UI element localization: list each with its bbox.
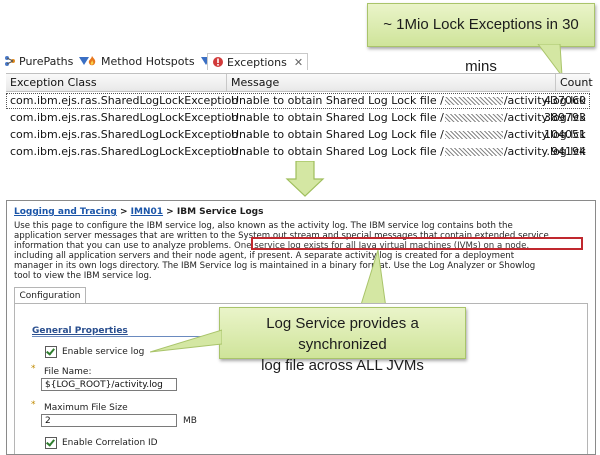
max-file-size-input[interactable]: 2 — [41, 414, 177, 427]
breadcrumb-logging-tracing-link[interactable]: Logging and Tracing — [14, 207, 117, 217]
description-line: including all application servers and th… — [14, 251, 515, 261]
enable-correlation-id-label: Enable Correlation ID — [62, 438, 158, 448]
column-header-exception-class[interactable]: Exception Class — [10, 76, 97, 89]
redacted-path — [444, 114, 503, 122]
description-line: tool to view the IBM service log. — [14, 271, 152, 281]
count-cell: 389793 — [544, 111, 586, 124]
close-icon[interactable]: ✕ — [294, 56, 303, 69]
breadcrumb-separator: > — [116, 207, 131, 217]
column-header-message[interactable]: Message — [231, 76, 279, 89]
exception-class-cell: com.ibm.ejs.ras.SharedLogLockException — [10, 94, 239, 107]
tab-exceptions-label: Exceptions — [227, 55, 287, 69]
message-prefix: Unable to obtain Shared Log Lock file / — [231, 111, 444, 124]
table-header: Exception Class Message Count — [6, 74, 593, 92]
highlight-box — [251, 237, 583, 250]
required-icon: * — [31, 364, 36, 374]
redacted-path — [444, 148, 503, 156]
tab-exceptions[interactable]: Exceptions ✕ — [207, 53, 309, 70]
tab-method-hotspots-label: Method Hotspots — [101, 54, 195, 68]
column-divider[interactable] — [555, 74, 556, 91]
general-properties-heading: General Properties — [32, 326, 128, 336]
exception-class-cell: com.ibm.ejs.ras.SharedLogLockException — [10, 128, 239, 141]
max-file-size-label: Maximum File Size — [44, 403, 128, 413]
message-cell: Unable to obtain Shared Log Lock file / /… — [231, 128, 586, 141]
breadcrumb: Logging and Tracing > IMN01 > IBM Servic… — [14, 207, 263, 217]
breadcrumb-server-link[interactable]: IMN01 — [131, 207, 163, 217]
enable-correlation-id-checkbox[interactable] — [45, 437, 57, 449]
count-cell: 104051 — [544, 128, 586, 141]
file-name-input[interactable]: ${LOG_ROOT}/activity.log — [41, 378, 177, 391]
redacted-path — [444, 131, 503, 139]
enable-service-log-checkbox[interactable] — [45, 346, 57, 358]
message-cell: Unable to obtain Shared Log Lock file / /… — [231, 94, 586, 107]
purepaths-icon — [5, 56, 15, 66]
table-row[interactable]: com.ibm.ejs.ras.SharedLogLockException U… — [6, 144, 590, 160]
table-row[interactable]: com.ibm.ejs.ras.SharedLogLockException U… — [6, 93, 590, 109]
callout-lock-exceptions: ~ 1Mio Lock Exceptions in 30 mins — [367, 3, 595, 75]
callout-log-service-line2: log file across ALL JVMs — [261, 357, 424, 374]
message-cell: Unable to obtain Shared Log Lock file / /… — [231, 145, 586, 158]
count-cell: 94194 — [551, 145, 586, 158]
callout-log-service-line1: Log Service provides a synchronized — [266, 315, 419, 353]
max-file-size-unit: MB — [183, 416, 197, 426]
callout-pointer-middle — [359, 250, 387, 309]
tab-purepaths[interactable]: PurePaths — [4, 53, 90, 69]
enable-service-log-label: Enable service log — [62, 347, 145, 357]
description-line: Use this page to configure the IBM servi… — [14, 221, 513, 231]
exception-class-cell: com.ibm.ejs.ras.SharedLogLockException — [10, 145, 239, 158]
page-description: Use this page to configure the IBM servi… — [14, 221, 586, 281]
exception-icon — [213, 57, 223, 67]
exceptions-table: Exception Class Message Count com.ibm.ej… — [6, 73, 593, 160]
file-name-label: File Name: — [44, 367, 92, 377]
table-row[interactable]: com.ibm.ejs.ras.SharedLogLockException U… — [6, 110, 590, 126]
callout-pointer-left — [150, 329, 222, 353]
page-title: IBM Service Logs — [176, 207, 264, 217]
description-text: information that you can use to analyze … — [14, 241, 234, 251]
flame-icon — [88, 56, 96, 66]
required-icon: * — [31, 400, 36, 410]
tab-configuration[interactable]: Configuration — [14, 287, 86, 304]
tab-purepaths-label: PurePaths — [19, 54, 74, 68]
view-tabs-bar: PurePaths Method Hotspots Exceptions ✕ — [0, 51, 600, 71]
message-prefix: Unable to obtain Shared Log Lock file / — [231, 94, 444, 107]
message-cell: Unable to obtain Shared Log Lock file / /… — [231, 111, 586, 124]
down-arrow-icon — [285, 161, 325, 197]
column-divider[interactable] — [226, 74, 227, 91]
callout-log-service: Log Service provides a synchronized log … — [219, 307, 466, 374]
message-prefix: Unable to obtain Shared Log Lock file / — [231, 145, 444, 158]
column-header-count[interactable]: Count — [560, 76, 593, 89]
tab-method-hotspots[interactable]: Method Hotspots — [86, 53, 211, 69]
redacted-path — [444, 97, 503, 105]
count-cell: 437060 — [544, 94, 586, 107]
exception-class-cell: com.ibm.ejs.ras.SharedLogLockException — [10, 111, 239, 124]
table-row[interactable]: com.ibm.ejs.ras.SharedLogLockException U… — [6, 127, 590, 143]
message-prefix: Unable to obtain Shared Log Lock file / — [231, 128, 444, 141]
breadcrumb-separator: > — [163, 207, 177, 217]
description-line: manager in its own logs directory. The I… — [14, 261, 536, 271]
